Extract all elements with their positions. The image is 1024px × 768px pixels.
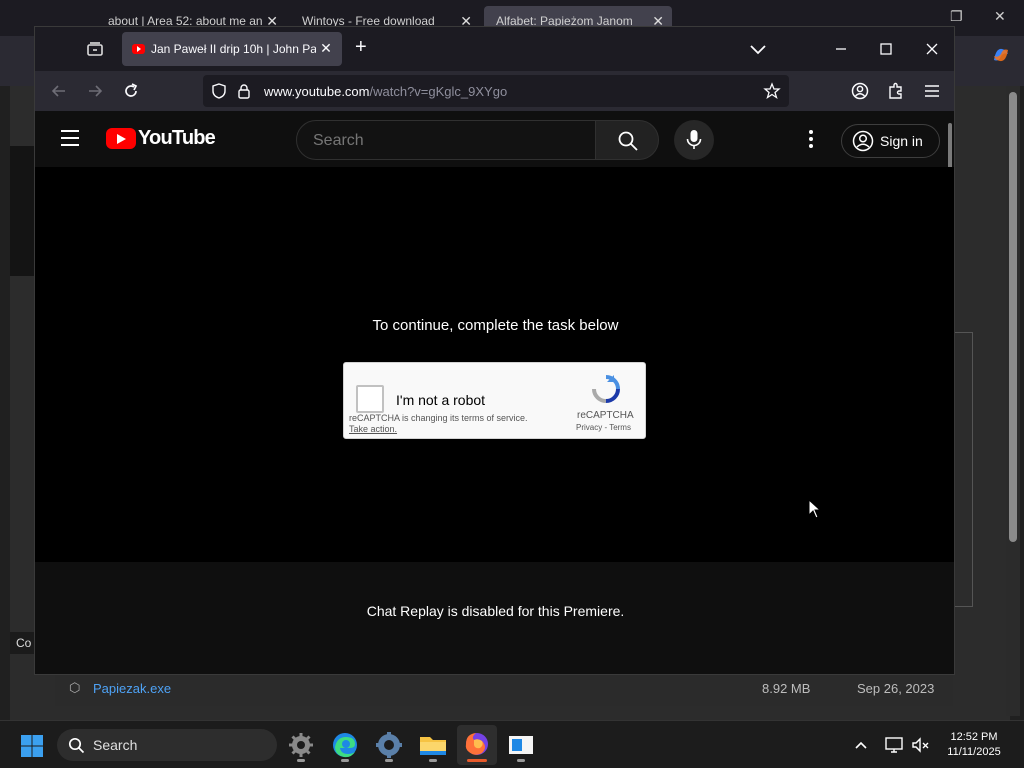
puzzle-icon[interactable] (886, 81, 906, 101)
app-indicator (517, 759, 525, 762)
youtube-page: YouTube Search Sign in To continue, comp… (35, 111, 954, 674)
chat-replay-message: Chat Replay is disabled for this Premier… (366, 603, 625, 619)
network-icon[interactable] (884, 735, 904, 755)
tab-bar: Jan Paweł II drip 10h | John Paul ✕ + (35, 27, 954, 71)
recaptcha-privacy-terms[interactable]: Privacy - Terms (576, 423, 631, 432)
youtube-play-icon (106, 127, 136, 149)
file-size: 8.92 MB (762, 681, 811, 696)
search-button[interactable] (595, 120, 659, 160)
more-vertical-icon[interactable] (807, 130, 815, 150)
windows-start-icon[interactable] (20, 734, 44, 758)
mouse-cursor-icon (808, 499, 820, 519)
reload-icon[interactable] (121, 81, 141, 101)
hamburger-icon[interactable] (922, 81, 942, 101)
chevron-up-icon[interactable] (853, 737, 869, 753)
recaptcha-take-action-link[interactable]: Take action. (349, 424, 397, 434)
lock-icon[interactable] (237, 83, 251, 99)
captcha-prompt: To continue, complete the task below (372, 317, 619, 334)
app-indicator (385, 759, 393, 762)
copilot-icon[interactable] (990, 44, 1012, 66)
firefox-icon (465, 733, 488, 755)
package-icon: ⬡ (69, 680, 81, 695)
sign-in-button[interactable]: Sign in (841, 124, 940, 158)
firefox-view-icon[interactable] (85, 39, 105, 59)
youtube-masthead: YouTube Search Sign in (35, 111, 954, 207)
back-arrow-icon[interactable] (49, 81, 69, 101)
background-scrollbar-thumb[interactable] (1009, 92, 1017, 542)
recaptcha-widget: I'm not a robot reCAPTCHA is changing it… (343, 362, 646, 439)
sign-in-label: Sign in (880, 133, 923, 149)
nav-toolbar: www.youtube.com/watch?v=gKglc_9XYgo (35, 71, 954, 111)
chevron-down-icon[interactable] (747, 39, 769, 59)
minimize-icon[interactable] (830, 38, 852, 60)
restore-icon[interactable]: ❐ (950, 8, 963, 25)
youtube-logo[interactable]: YouTube (106, 126, 216, 149)
settings-app-icon[interactable] (373, 729, 405, 761)
recaptcha-notice: reCAPTCHA is changing its terms of servi… (349, 413, 528, 423)
account-icon[interactable] (850, 81, 870, 101)
taskbar: Search 12:52 PM 11/11/2025 (0, 720, 1024, 768)
app-indicator (429, 759, 437, 762)
star-icon[interactable] (763, 82, 781, 100)
close-window-icon[interactable] (921, 38, 943, 60)
table-row[interactable]: ⬡ Papiezak.exe 8.92 MB Sep 26, 2023 (55, 674, 953, 706)
chat-panel: Chat Replay is disabled for this Premier… (35, 562, 954, 674)
volume-muted-icon[interactable] (910, 735, 930, 755)
recaptcha-logo-icon (592, 375, 620, 403)
close-tab-icon[interactable]: ✕ (318, 40, 334, 56)
tab-active[interactable]: Jan Paweł II drip 10h | John Paul ✕ (122, 32, 342, 66)
tracking-shield-icon[interactable] (211, 83, 227, 99)
url-host: www.youtube.com (264, 84, 370, 99)
background-card (955, 332, 973, 607)
url-bar[interactable]: www.youtube.com/watch?v=gKglc_9XYgo (203, 75, 789, 107)
file-name-link[interactable]: Papiezak.exe (93, 681, 171, 696)
recaptcha-checkbox[interactable] (356, 385, 384, 413)
recaptcha-brand: reCAPTCHA (577, 410, 634, 421)
clock-time: 12:52 PM (950, 731, 998, 743)
recaptcha-label: I'm not a robot (396, 392, 486, 408)
app-indicator-active (467, 759, 487, 762)
background-panel (10, 146, 34, 276)
url-path: /watch?v=gKglc_9XYgo (369, 84, 508, 99)
voice-search-button[interactable] (674, 120, 714, 160)
firefox-window: Jan Paweł II drip 10h | John Paul ✕ + ww… (34, 26, 955, 675)
system-clock[interactable]: 12:52 PM 11/11/2025 (942, 730, 1006, 760)
microphone-icon (686, 130, 702, 149)
new-tab-icon[interactable]: + (355, 36, 367, 59)
taskbar-search-label: Search (93, 737, 138, 753)
file-date: Sep 26, 2023 (857, 681, 935, 696)
youtube-logo-text: YouTube (138, 126, 216, 149)
search-input[interactable] (313, 132, 573, 150)
clock-date: 11/11/2025 (947, 746, 1001, 758)
app-window-icon[interactable] (505, 729, 537, 761)
search-box[interactable] (296, 120, 596, 160)
edge-browser-icon[interactable] (329, 729, 361, 761)
search-icon (618, 131, 638, 151)
close-icon[interactable]: ✕ (994, 8, 1006, 25)
app-indicator (341, 759, 349, 762)
taskbar-search[interactable]: Search (57, 729, 277, 761)
file-explorer-icon[interactable] (417, 729, 449, 761)
url-text[interactable]: www.youtube.com/watch?v=gKglc_9XYgo (264, 84, 507, 99)
youtube-favicon-icon (132, 44, 145, 54)
app-indicator (297, 759, 305, 762)
tab-title: Jan Paweł II drip 10h | John Paul (151, 42, 316, 56)
settings-gear-app-icon[interactable] (285, 729, 317, 761)
maximize-icon[interactable] (875, 38, 897, 60)
forward-arrow-icon[interactable] (85, 81, 105, 101)
search-icon (68, 737, 85, 754)
guide-menu-icon[interactable] (61, 130, 79, 146)
background-label: Co (10, 632, 36, 654)
user-circle-icon (852, 130, 874, 152)
